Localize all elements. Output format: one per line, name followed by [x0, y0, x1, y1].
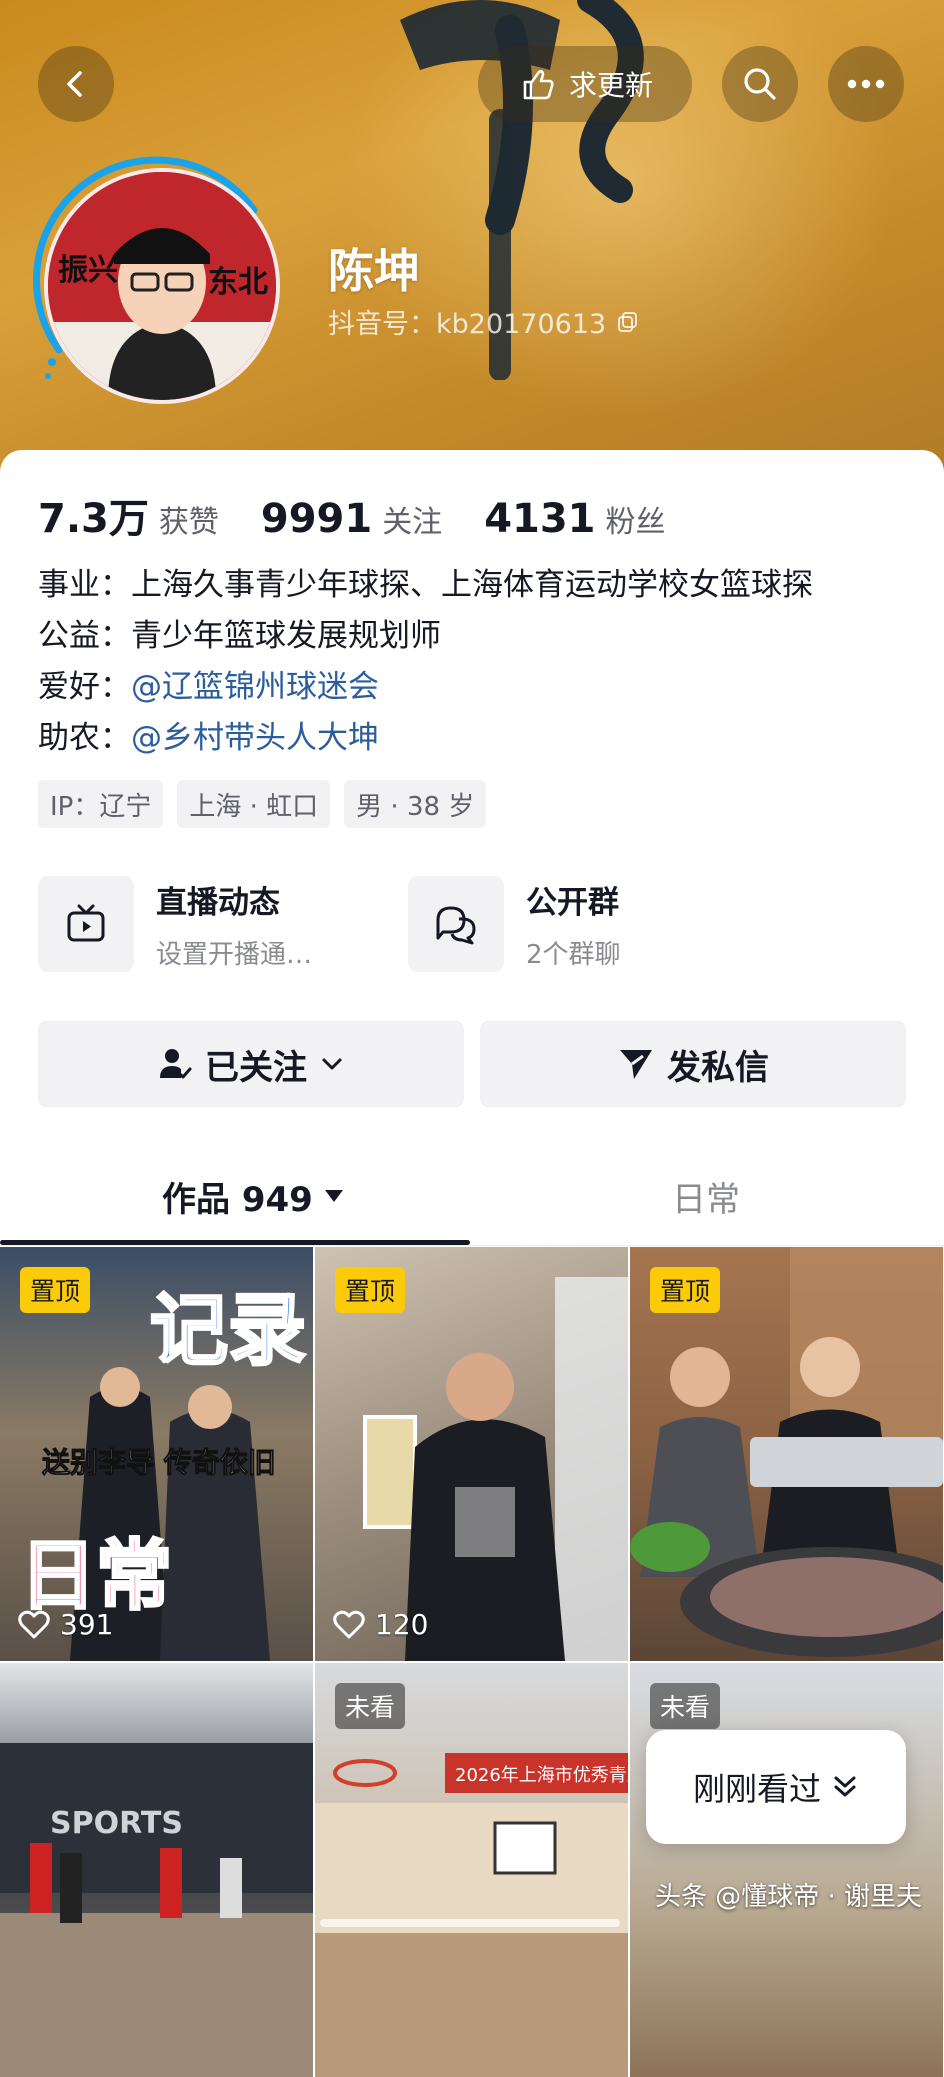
- bio-text: 上海久事青少年球探、上海体育运动学校女篮球探: [131, 567, 813, 603]
- tab-daily-label: 日常: [672, 1179, 740, 1220]
- request-update-button[interactable]: 求更新: [478, 46, 692, 122]
- avatar-illustration: 振兴 东北: [48, 172, 276, 400]
- tab-divider: [0, 1245, 944, 1246]
- message-label: 发私信: [667, 1047, 769, 1088]
- bio-prefix: 事业：: [38, 567, 131, 603]
- location-tag: 上海 · 虹口: [177, 780, 331, 828]
- video-thumbnail[interactable]: 记录 送别李导 传奇依旧 日常 置顶 391: [0, 1247, 313, 1661]
- unseen-badge: 未看: [650, 1683, 721, 1729]
- watermark: 头条 @懂球帝 · 谢里夫: [654, 1882, 922, 1912]
- thumb-point-icon: [523, 70, 554, 100]
- douyin-id[interactable]: 抖音号：kb20170613: [328, 302, 640, 341]
- pinned-badge: 置顶: [335, 1267, 406, 1313]
- live-updates-subtitle: 设置开播通…: [156, 940, 313, 970]
- gender-age-tag: 男 · 38 岁: [344, 780, 487, 828]
- send-icon: [620, 1050, 652, 1079]
- followers-count[interactable]: 4131: [484, 496, 595, 542]
- tab-works[interactable]: 作品 949: [162, 1150, 345, 1242]
- video-thumbnail[interactable]: 2026年上海市优秀青少年 未看: [315, 1663, 628, 2077]
- bio-mention-link[interactable]: @乡村带头人大坤: [131, 720, 379, 756]
- pinned-badge: 置顶: [20, 1267, 91, 1313]
- followed-button[interactable]: 已关注: [38, 1021, 464, 1107]
- profile-tabs: 作品 949 日常: [0, 1150, 944, 1242]
- heart-icon: [18, 1610, 50, 1638]
- bio: 事业：上海久事青少年球探、上海体育运动学校女篮球探 公益：青少年篮球发展规划师 …: [38, 560, 813, 764]
- video-thumbnail[interactable]: 未看: [630, 1663, 943, 2077]
- request-update-label: 求更新: [568, 69, 653, 102]
- search-button[interactable]: [722, 46, 798, 122]
- bio-line: 事业：上海久事青少年球探、上海体育运动学校女篮球探: [38, 560, 813, 611]
- more-dots-icon: [847, 79, 885, 89]
- double-chevron-down-icon: [834, 1776, 856, 1797]
- home-indicator: [320, 1919, 620, 1927]
- public-group-icon-box: [408, 876, 504, 972]
- tv-icon: [67, 904, 105, 942]
- like-count: 120: [333, 1608, 428, 1641]
- profile-tags: IP：辽宁 上海 · 虹口 男 · 38 岁: [38, 780, 487, 828]
- caret-down-icon: [324, 1190, 343, 1202]
- more-button[interactable]: [828, 46, 904, 122]
- pinned-badge: 置顶: [650, 1267, 721, 1313]
- public-group-entry[interactable]: 公开群 2个群聊: [408, 876, 621, 972]
- thumb-overlay-caption: SPORTS: [50, 1806, 183, 1841]
- thumb-big-text-top: 记录: [150, 1286, 306, 1376]
- bio-line: 公益：青少年篮球发展规划师: [38, 611, 813, 662]
- profile-name: 陈坤: [328, 244, 420, 298]
- live-updates-entry[interactable]: 直播动态 设置开播通…: [38, 876, 312, 972]
- recently-viewed-button[interactable]: 刚刚看过: [646, 1730, 906, 1844]
- recently-viewed-label: 刚刚看过: [692, 1770, 821, 1808]
- search-icon: [744, 68, 776, 100]
- avatar-container[interactable]: 振兴 东北: [24, 150, 284, 410]
- followers-label: 粉丝: [605, 505, 666, 540]
- thumbnail-art: SPORTS: [0, 1743, 313, 2077]
- video-thumbnail[interactable]: 置顶: [630, 1247, 943, 1661]
- public-group-subtitle: 2个群聊: [526, 940, 621, 970]
- likes-count[interactable]: 7.3万: [38, 486, 149, 544]
- bio-text: 青少年篮球发展规划师: [131, 618, 441, 654]
- bio-prefix: 助农：: [38, 720, 131, 756]
- public-group-title: 公开群: [526, 885, 619, 921]
- ip-tag: IP：辽宁: [38, 780, 164, 828]
- copy-icon[interactable]: [616, 310, 640, 334]
- thumb-big-text-bottom: 日常: [20, 1531, 172, 1620]
- back-button[interactable]: [38, 46, 114, 122]
- bio-line: 爱好：@辽篮锦州球迷会: [38, 662, 813, 713]
- chat-bubbles-icon: [436, 906, 476, 945]
- live-updates-title: 直播动态: [156, 885, 280, 921]
- avatar-text-right: 东北: [208, 265, 268, 300]
- avatar-text-left: 振兴: [58, 253, 118, 288]
- tab-daily[interactable]: 日常: [672, 1150, 740, 1242]
- chevron-down-icon: [322, 1058, 342, 1070]
- avatar: 振兴 东北: [44, 168, 280, 404]
- profile-banner: 补旧书写 求更新: [0, 0, 944, 500]
- bio-prefix: 公益：: [38, 618, 131, 654]
- douyin-id-text: 抖音号：kb20170613: [328, 309, 607, 340]
- thumb-overlay-caption: 2026年上海市优秀青少年: [455, 1765, 628, 1786]
- unseen-badge: 未看: [335, 1683, 406, 1729]
- message-button[interactable]: 发私信: [480, 1021, 906, 1107]
- likes-label: 获赞: [158, 505, 219, 540]
- user-check-icon: [160, 1049, 192, 1079]
- stats-row: 7.3万 获赞 9991 关注 4131 粉丝: [38, 486, 708, 544]
- bio-mention-link[interactable]: @辽篮锦州球迷会: [131, 669, 379, 705]
- bio-line: 助农：@乡村带头人大坤: [38, 713, 813, 764]
- tab-works-label: 作品 949: [162, 1179, 313, 1220]
- chevron-left-icon: [67, 71, 82, 97]
- heart-icon: [333, 1610, 365, 1638]
- video-thumbnail[interactable]: 置顶 120: [315, 1247, 628, 1661]
- following-label: 关注: [382, 505, 443, 540]
- following-count[interactable]: 9991: [261, 496, 372, 542]
- live-updates-icon-box: [38, 876, 134, 972]
- followed-label: 已关注: [205, 1047, 307, 1088]
- like-count-value: 120: [375, 1608, 429, 1641]
- video-thumbnail[interactable]: SPORTS: [0, 1663, 313, 2077]
- like-count-value: 391: [60, 1608, 114, 1641]
- bio-prefix: 爱好：: [38, 669, 131, 705]
- thumb-overlay-caption: 送别李导 传奇依旧: [42, 1446, 276, 1479]
- like-count: 391: [18, 1608, 113, 1641]
